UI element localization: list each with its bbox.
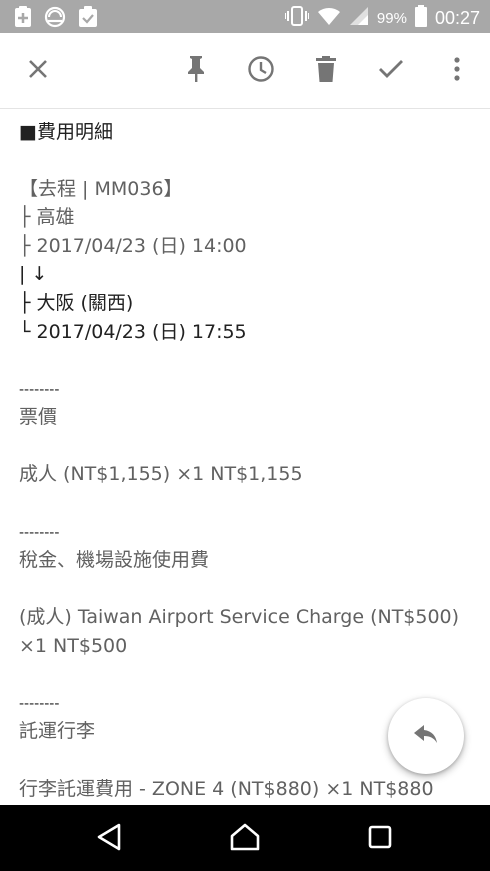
note-line: 行李託運費用 - ZONE 4 (NT$880) ×1 NT$880 — [19, 778, 434, 800]
battery-icon — [414, 5, 427, 31]
more-vert-icon — [453, 57, 461, 85]
battery-percent: 99% — [376, 9, 407, 27]
navigation-bar — [0, 805, 490, 871]
wifi-icon — [317, 6, 341, 30]
note-line: (成人) Taiwan Airport Service Charge (NT$5… — [19, 606, 460, 628]
home-icon — [230, 823, 260, 855]
more-options-button[interactable] — [437, 51, 477, 91]
check-icon — [378, 59, 404, 83]
separator-line: -------- — [19, 382, 60, 398]
separator-line: -------- — [19, 696, 60, 712]
toolbar — [0, 33, 490, 109]
close-icon — [27, 58, 49, 84]
vibrate-icon — [283, 5, 310, 31]
note-heading: ■費用明細 — [19, 121, 113, 143]
reminder-button[interactable] — [241, 51, 281, 91]
reply-icon — [413, 724, 439, 748]
reply-fab-button[interactable] — [388, 698, 464, 774]
pin-icon — [185, 55, 207, 87]
note-line: 票價 — [19, 406, 58, 428]
trash-icon — [316, 56, 336, 86]
home-button[interactable] — [227, 821, 263, 857]
recents-button[interactable] — [362, 821, 398, 857]
note-line: └ 2017/04/23 (日) 17:55 — [19, 321, 247, 343]
separator-line: -------- — [19, 525, 60, 541]
note-line: 稅金、機場設施使用費 — [19, 549, 210, 571]
note-line: ×1 NT$500 — [19, 635, 128, 657]
status-bar: 99% 00:27 — [0, 0, 490, 33]
note-line: ├ 2017/04/23 (日) 14:00 — [19, 235, 247, 257]
note-line: | ↓ — [19, 263, 48, 285]
recents-icon — [368, 825, 392, 853]
pin-button[interactable] — [176, 51, 216, 91]
note-line: 託運行李 — [19, 720, 96, 742]
note-line: ├ 高雄 — [19, 206, 75, 228]
add-box-icon — [14, 6, 32, 32]
signal-icon — [349, 6, 369, 30]
note-line: 【去程 | MM036】 — [19, 178, 183, 200]
note-line: 成人 (NT$1,155) ×1 NT$1,155 — [19, 463, 303, 485]
clock-time: 00:27 — [434, 7, 480, 28]
delete-button[interactable] — [306, 51, 346, 91]
close-button[interactable] — [18, 51, 58, 91]
done-button[interactable] — [371, 51, 411, 91]
back-button[interactable] — [91, 821, 127, 857]
back-icon — [96, 823, 122, 855]
clipboard-check-icon — [78, 6, 98, 32]
lens-app-icon — [44, 6, 66, 32]
clock-icon — [247, 55, 275, 87]
note-line: ├ 大阪 (關西) — [19, 292, 134, 314]
